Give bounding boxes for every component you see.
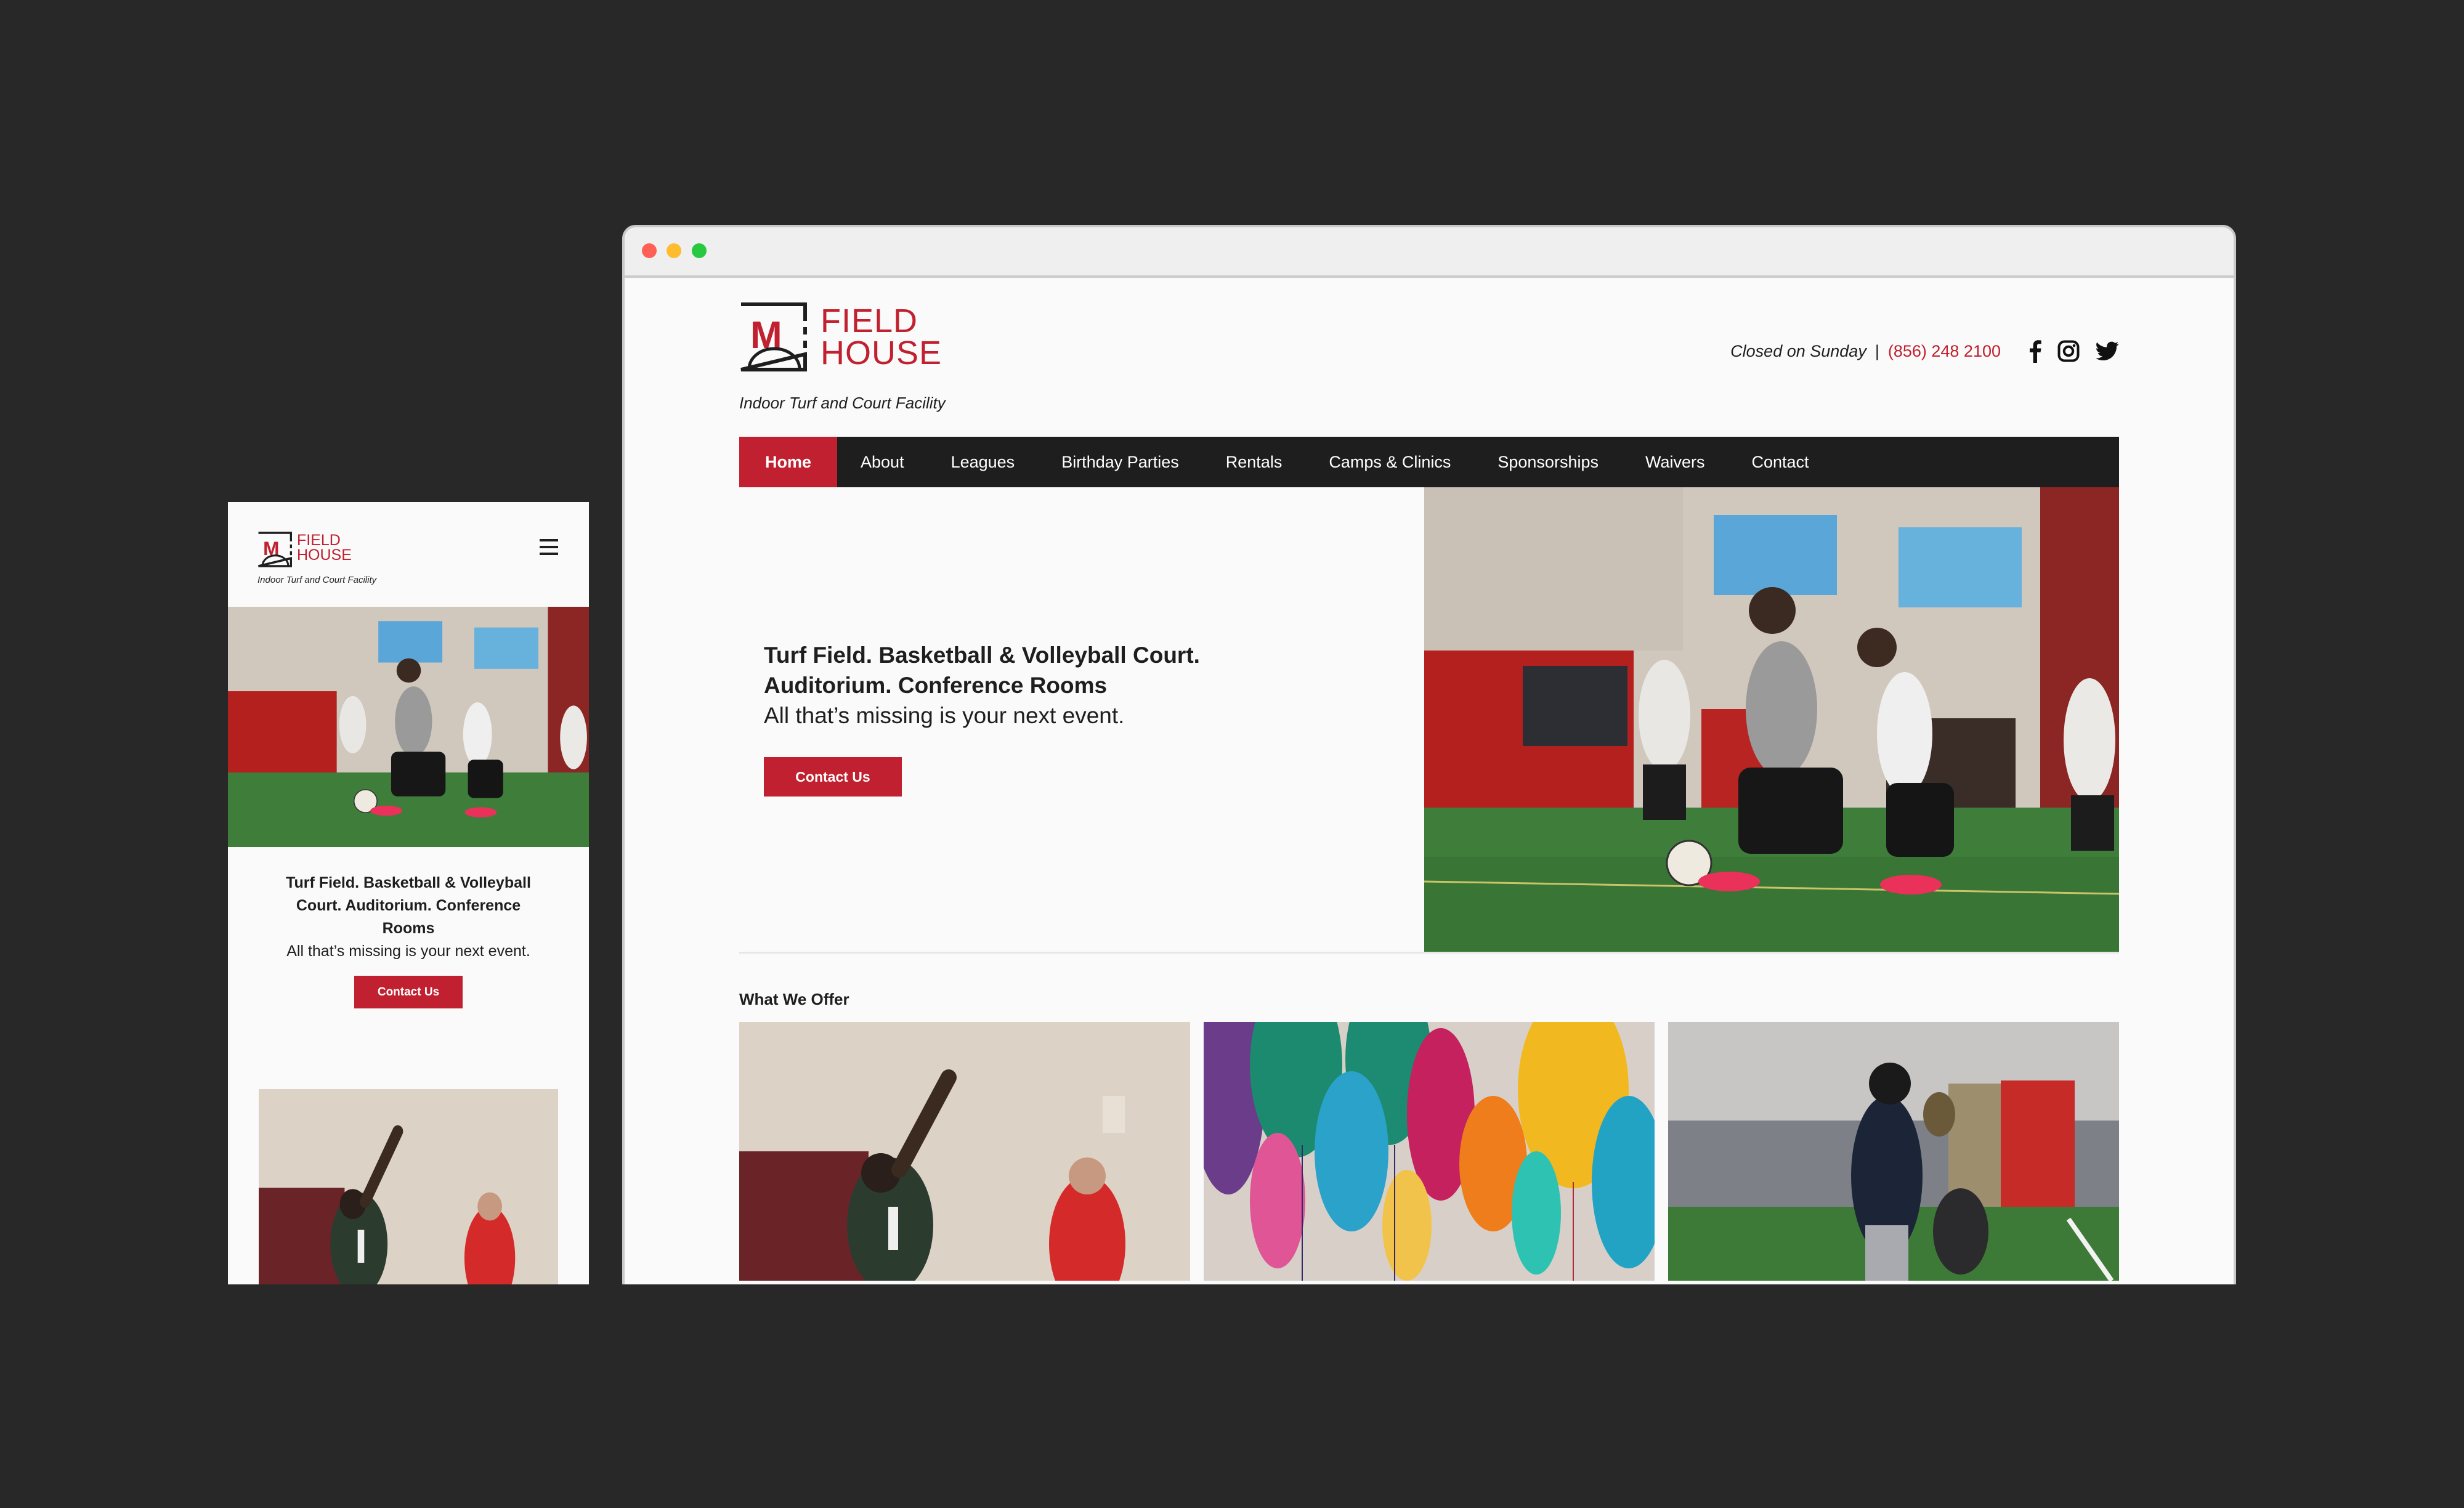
field-house-logo-icon: M xyxy=(258,532,292,567)
nav-item-camps-clinics[interactable]: Camps & Clinics xyxy=(1305,437,1474,487)
brand-tagline: Indoor Turf and Court Facility xyxy=(739,394,946,412)
nav-item-rentals[interactable]: Rentals xyxy=(1202,437,1306,487)
mobile-brand-tagline: Indoor Turf and Court Facility xyxy=(257,575,377,585)
facebook-icon[interactable] xyxy=(2029,339,2041,363)
separator: | xyxy=(1874,341,1879,360)
nav-item-home[interactable]: Home xyxy=(739,437,838,487)
browser-titlebar xyxy=(625,227,2234,278)
hours-notice: Closed on Sunday xyxy=(1730,341,1866,360)
mobile-preview: M FIELD HOUSE Indoor Turf and Court Faci… xyxy=(228,502,589,1284)
mobile-hero-text: Turf Field. Basketball & Volleyball Cour… xyxy=(228,872,589,1008)
site-page: M FIELD HOUSE Indoor Turf and Court Faci… xyxy=(739,278,2119,1281)
header-contact-info: Closed on Sunday | (856) 248 2100 xyxy=(1730,339,2119,363)
indoor-soccer-photo xyxy=(1424,487,2119,952)
hero-section: Turf Field. Basketball & Volleyball Cour… xyxy=(739,487,2119,954)
field-house-logo-icon: M xyxy=(740,302,807,371)
mobile-hero-title: Turf Field. Basketball & Volleyball Cour… xyxy=(286,874,531,937)
phone-link[interactable]: (856) 248 2100 xyxy=(1888,342,2001,361)
hamburger-menu-icon[interactable] xyxy=(540,539,558,557)
brand-name-line1: FIELD xyxy=(821,302,918,339)
nav-item-birthday-parties[interactable]: Birthday Parties xyxy=(1038,437,1202,487)
nav-item-sponsorships[interactable]: Sponsorships xyxy=(1474,437,1622,487)
hero-subtitle: All that’s missing is your next event. xyxy=(764,703,1125,728)
mobile-brand-name: FIELD HOUSE xyxy=(297,532,352,564)
mobile-hero-subtitle: All that’s missing is your next event. xyxy=(286,942,530,960)
offer-card-baseball[interactable] xyxy=(1668,1022,2119,1281)
volleyball-photo xyxy=(259,1089,558,1284)
offer-card-volleyball[interactable] xyxy=(739,1022,1190,1281)
balloons-photo xyxy=(1204,1022,1655,1281)
offer-heading: What We Offer xyxy=(739,990,849,1008)
hero-title-line1: Turf Field. Basketball & Volleyball Cour… xyxy=(764,643,1200,668)
hero-title: Turf Field. Basketball & Volleyball Cour… xyxy=(764,640,1411,700)
offer-grid xyxy=(739,1022,2119,1281)
site-header: M FIELD HOUSE Indoor Turf and Court Faci… xyxy=(739,278,2119,412)
nav-item-about[interactable]: About xyxy=(837,437,928,487)
mobile-brand-name-line1: FIELD xyxy=(297,532,341,549)
close-window-button[interactable] xyxy=(642,243,657,258)
nav-item-leagues[interactable]: Leagues xyxy=(928,437,1039,487)
brand-name: FIELD HOUSE xyxy=(821,302,942,371)
twitter-icon[interactable] xyxy=(2096,341,2119,361)
mobile-brand-name-line2: HOUSE xyxy=(297,546,352,564)
desktop-browser-window: M FIELD HOUSE Indoor Turf and Court Faci… xyxy=(622,225,2236,1284)
baseball-photo xyxy=(1668,1022,2119,1281)
maximize-window-button[interactable] xyxy=(692,243,707,258)
hero-text: Turf Field. Basketball & Volleyball Cour… xyxy=(764,640,1411,797)
mobile-offer-card-volleyball[interactable] xyxy=(259,1089,558,1284)
instagram-icon[interactable] xyxy=(2057,340,2080,362)
nav-item-contact[interactable]: Contact xyxy=(1728,437,1833,487)
social-links xyxy=(2029,339,2119,363)
hero-title-line2: Auditorium. Conference Rooms xyxy=(764,673,1108,698)
mobile-contact-button[interactable]: Contact Us xyxy=(354,976,463,1008)
offer-card-birthday-parties[interactable] xyxy=(1204,1022,1655,1281)
minimize-window-button[interactable] xyxy=(667,243,681,258)
brand-name-line2: HOUSE xyxy=(821,334,942,371)
volleyball-photo xyxy=(739,1022,1190,1281)
hero-contact-button[interactable]: Contact Us xyxy=(764,757,902,797)
nav-item-waivers[interactable]: Waivers xyxy=(1622,437,1728,487)
mobile-hero-photo xyxy=(228,607,589,847)
main-navigation: Home About Leagues Birthday Parties Rent… xyxy=(739,437,2119,487)
